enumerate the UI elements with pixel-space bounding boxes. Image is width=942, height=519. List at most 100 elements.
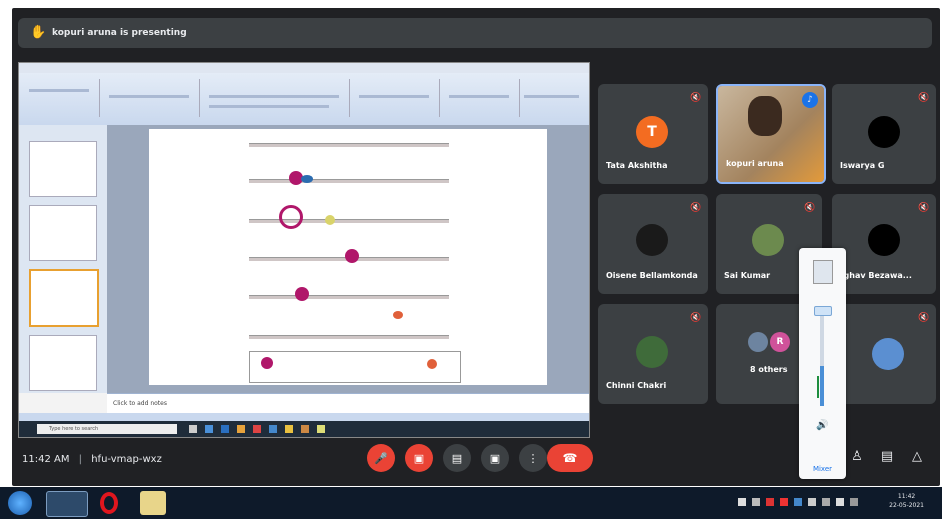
participant-name: Tata Akshitha [606,161,668,170]
mic-off-icon: 🔇 [690,93,702,103]
activities-icon[interactable]: △ [908,448,926,466]
captions-icon: ▤ [451,451,463,465]
taskbar-icon [317,425,325,433]
speaker-icon[interactable]: 🔊 [816,420,828,431]
tray-icon[interactable] [836,498,844,506]
slide-thumbnail[interactable] [29,141,97,197]
avatar [868,116,900,148]
shared-search-box: Type here to search [37,424,177,434]
taskbar-icon [301,425,309,433]
avatar [872,338,904,370]
mixer-link[interactable]: Mixer [799,465,846,473]
shared-screen[interactable]: Click to add notes Type here to search [18,62,590,438]
shared-taskbar: Type here to search [19,421,589,437]
windows-start-icon[interactable] [8,491,32,515]
avatar [748,332,768,352]
participant-tile[interactable]: 🔇 [832,304,936,404]
taskbar-time: 11:42 [897,493,916,500]
participant-name: Iswarya G [840,161,885,170]
taskbar-icon [237,425,245,433]
tray-icon[interactable] [822,498,830,506]
presenting-banner: ✋ kopuri aruna is presenting [18,18,932,48]
ppt-ribbon [19,73,589,126]
participant-name: Oisene Bellamkonda [606,271,698,280]
participant-tile-speaking[interactable]: ♪ kopuri aruna [716,84,826,184]
meeting-code: hfu-vmap-wxz [91,454,162,465]
chat-icon[interactable]: ▤ [878,448,896,466]
mic-off-icon: 🔇 [690,203,702,213]
more-options-button[interactable]: ⋮ [519,444,547,472]
slide [149,129,547,385]
participant-name: Chinni Chakri [606,381,667,390]
presenting-text: kopuri aruna is presenting [52,28,187,38]
tray-icon[interactable] [794,498,802,506]
windows-taskbar: 11:42 22-05-2021 [0,487,942,519]
slide-thumbnails [19,125,108,393]
meeting-time: 11:42 AM [22,454,70,465]
tray-icon[interactable] [850,498,858,506]
participant-tile[interactable]: 🔇 Iswarya G [832,84,936,184]
avatar: T [636,116,668,148]
volume-fill [820,366,824,406]
taskbar-icon [269,425,277,433]
mic-off-icon: 🎤 [374,451,388,465]
mic-off-icon: 🔇 [918,93,930,103]
slide-thumbnail[interactable] [29,335,97,391]
meet-window: ✋ kopuri aruna is presenting Click to ad… [12,8,940,486]
participant-tile[interactable]: 🔇 Oisene Bellamkonda [598,194,708,294]
taskbar-icon [285,425,293,433]
mic-off-button[interactable]: 🎤 [367,444,395,472]
volume-popup[interactable]: 🔊 Mixer [799,248,846,479]
participant-name: Sai Kumar [724,271,771,280]
present-button[interactable]: ▣ [481,444,509,472]
tray-icon[interactable] [808,498,816,506]
speaker-device-icon [813,260,833,284]
present-icon: ▣ [489,451,501,465]
separator: | [78,454,83,465]
end-call-button[interactable]: ☎ [547,444,593,472]
more-icon: ⋮ [527,451,539,465]
mic-off-icon: 🔇 [918,203,930,213]
taskbar-clock[interactable]: 11:42 22-05-2021 [889,492,924,510]
avatar [752,224,784,256]
avatar [636,224,668,256]
mic-off-icon: 🔇 [804,203,816,213]
notes-pane[interactable]: Click to add notes [107,393,589,413]
tray-icon[interactable] [766,498,774,506]
ppt-title-bar [19,63,589,73]
people-icon[interactable]: ♙ [848,448,866,466]
video-feed [748,96,782,136]
tray-icon[interactable] [780,498,788,506]
folder-icon[interactable] [140,491,166,515]
taskbar-date: 22-05-2021 [889,502,924,509]
slide-thumbnail[interactable] [29,205,97,261]
taskbar-icon [253,425,261,433]
mic-off-icon: 🔇 [918,313,930,323]
participant-name: 8 others [750,365,788,374]
taskbar-icon [205,425,213,433]
captions-button[interactable]: ▤ [443,444,471,472]
tray-icon[interactable] [738,498,746,506]
opera-icon[interactable] [96,491,122,515]
avatar [868,224,900,256]
participant-tile[interactable]: 🔇 Raghav Bezawa... [832,194,936,294]
avatar [636,336,668,368]
volume-slider-knob[interactable] [814,306,832,316]
ppt-status-bar [19,413,589,421]
slide-thumbnail[interactable] [29,269,99,327]
tray-icon[interactable] [752,498,760,506]
hand-icon: ✋ [30,25,47,40]
app-window-icon[interactable] [46,491,88,517]
taskbar-icon [221,425,229,433]
meeting-info: 11:42 AM | hfu-vmap-wxz [22,454,162,465]
camera-off-icon: ▣ [413,451,425,465]
end-call-icon: ☎ [562,451,578,465]
avatar: R [770,332,790,352]
volume-meter [817,376,819,398]
participant-tile[interactable]: 🔇 Chinni Chakri [598,304,708,404]
slide-canvas [107,125,589,393]
camera-off-button[interactable]: ▣ [405,444,433,472]
participant-tile[interactable]: 🔇 T Tata Akshitha [598,84,708,184]
speaking-indicator-icon: ♪ [802,92,818,108]
mic-off-icon: 🔇 [690,313,702,323]
